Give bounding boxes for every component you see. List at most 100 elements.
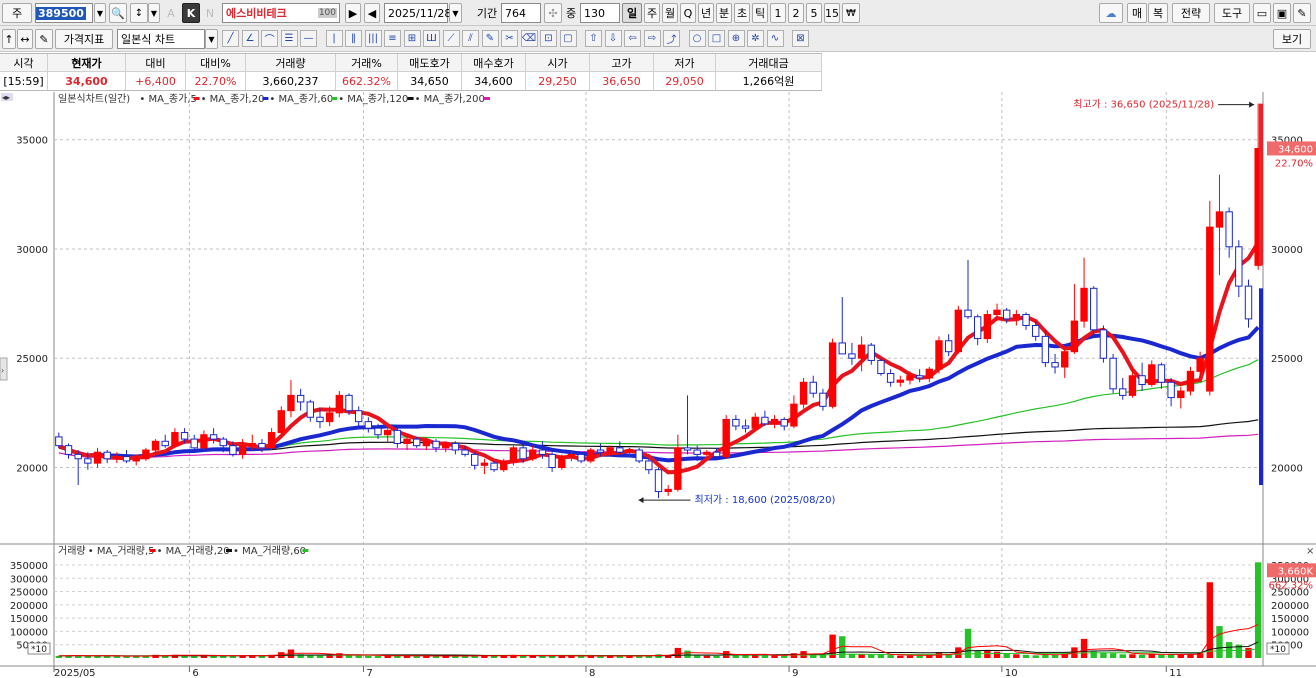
expand-button[interactable]: ↔ [17, 29, 33, 49]
settings-button[interactable]: ✎ [1293, 3, 1311, 23]
scroll-up-button[interactable]: ↑ [2, 29, 16, 49]
volume-tick-left-6: 350000 [10, 561, 48, 572]
fib-icon[interactable]: ☰ [280, 30, 298, 47]
volume-bar [307, 655, 314, 658]
candle-body [886, 373, 895, 383]
mid-input[interactable]: 130 [580, 3, 620, 23]
date-picker-button[interactable]: ▼ [449, 3, 462, 23]
sort-dropdown-button[interactable]: ▼ [148, 3, 160, 23]
hline-icon[interactable]: — [300, 30, 317, 47]
angle-icon[interactable]: ∠ [241, 30, 259, 47]
stock-name-field[interactable]: 에스비비테크 100 [222, 3, 340, 23]
candle-body [732, 418, 740, 427]
prev-stock-button[interactable]: ◀ [364, 3, 380, 23]
volume-bar [974, 650, 981, 658]
pattern-icon[interactable]: ✲ [747, 30, 764, 47]
period-spin-button[interactable]: ✣ [544, 3, 562, 23]
jump-icon[interactable]: ⤴ [663, 30, 680, 47]
cut-icon[interactable]: ✂ [501, 30, 518, 47]
hlines-icon[interactable]: ≡ [384, 30, 401, 47]
interval-tab-4[interactable]: 년 [698, 3, 714, 23]
candle-body [1032, 324, 1040, 337]
chart-type-select[interactable]: 일본식 차트 [117, 29, 205, 49]
box-icon[interactable]: ▢ [559, 30, 577, 47]
vline-icon[interactable]: | [325, 30, 343, 47]
interval-tab-6[interactable]: 초 [734, 3, 750, 23]
trendline-icon[interactable]: ╱ [222, 30, 239, 47]
volume-legend-title: 거래량 [58, 545, 86, 557]
volume-bar [577, 656, 585, 658]
folder-button[interactable]: ▭ [1253, 3, 1271, 23]
grid-icon[interactable]: ⊞ [403, 30, 421, 47]
volume-tick-left-4: 250000 [10, 588, 48, 599]
chevron-down-icon: ▼ [452, 8, 459, 18]
delete-icon[interactable]: ⊠ [792, 30, 809, 47]
price-tick-right-0: 20000 [1271, 464, 1303, 475]
candle-body [761, 416, 769, 425]
arc-icon[interactable]: ⌒ [261, 30, 278, 47]
interval-tab-1[interactable]: 주 [644, 3, 660, 23]
ray-icon[interactable]: ⟋ [442, 30, 460, 47]
interval-tab-9[interactable]: 2 [788, 3, 804, 23]
right-button-0[interactable]: 매 [1127, 3, 1147, 23]
interval-tab-5[interactable]: 분 [716, 3, 732, 23]
n-button[interactable]: N [203, 3, 217, 23]
code-dropdown-button[interactable]: ▼ [94, 3, 106, 23]
interval-tab-2[interactable]: 월 [662, 3, 678, 23]
down-icon[interactable]: ⇩ [604, 30, 622, 47]
save-button[interactable]: ▣ [1273, 3, 1291, 23]
interval-tab-3[interactable]: Q [680, 3, 696, 23]
won-unit-button[interactable]: ₩ [842, 3, 860, 23]
mid-label-text: 중 [565, 7, 577, 20]
wave-icon[interactable]: ∿ [766, 30, 784, 47]
right-button-1[interactable]: 복 [1148, 3, 1168, 23]
up-icon[interactable]: ⇧ [585, 30, 602, 47]
candle-body [828, 342, 837, 407]
eraser-icon[interactable]: ⌫ [520, 30, 538, 47]
left-icon[interactable]: ⇦ [624, 30, 641, 47]
k-label: K [186, 6, 196, 20]
interval-tab-0[interactable]: 일 [622, 3, 642, 23]
interval-tab-8[interactable]: 1 [770, 3, 786, 23]
candle-body [354, 410, 363, 423]
stock-code-input[interactable]: 389500 [35, 3, 93, 23]
view-button[interactable]: 보기 [1273, 29, 1311, 49]
circle-icon[interactable]: ○ [688, 30, 706, 47]
next-stock-button[interactable]: ▶ [345, 3, 361, 23]
mid-label: 중 [564, 3, 578, 23]
market-type-button[interactable]: 주 [2, 3, 32, 23]
pen-icon[interactable]: ✎ [481, 30, 499, 47]
search-button[interactable]: 🔍 [109, 3, 127, 23]
volume-legend-swatch-0 [149, 549, 156, 552]
cloud-button[interactable]: ☁ [1099, 3, 1123, 23]
candle-body [964, 309, 972, 318]
tag-icon[interactable]: ⊡ [540, 30, 557, 47]
rect-icon[interactable]: □ [708, 30, 725, 47]
interval-tab-10[interactable]: 5 [806, 3, 822, 23]
volume-bar [355, 655, 362, 658]
parallel-icon[interactable]: ⫽ [462, 30, 479, 47]
edit-button[interactable]: ✎ [35, 29, 53, 49]
interval-tab-11[interactable]: 15 [824, 3, 840, 23]
stock-flag-badge: 100 [317, 8, 337, 18]
quote-value-2: +6,400 [126, 72, 186, 90]
right-range-bar-red [1259, 103, 1263, 266]
right-button-2[interactable]: 전략 [1172, 3, 1210, 23]
vlines-icon[interactable]: ||| [364, 30, 382, 47]
dvline-icon[interactable]: ‖ [345, 30, 362, 47]
period-input[interactable]: 764 [501, 3, 541, 23]
zoom-icon[interactable]: ⊕ [727, 30, 745, 47]
right-icon[interactable]: ⇨ [643, 30, 661, 47]
interval-tab-7[interactable]: 틱 [752, 3, 768, 23]
chart-type-dropdown[interactable]: ▼ [205, 29, 218, 49]
volume-tick-right-2: 150000 [1271, 614, 1309, 625]
sort-button[interactable]: ↕ [130, 3, 148, 23]
right-button-3[interactable]: 도구 [1214, 3, 1250, 23]
indicator-button[interactable]: 가격지표 [55, 29, 113, 49]
candle-body [1003, 309, 1011, 320]
k-button[interactable]: K [182, 3, 200, 23]
candle-body [509, 447, 518, 462]
candle-icon[interactable]: Ш [423, 30, 440, 47]
date-input[interactable]: 2025/11/28 [384, 3, 451, 23]
chevron-down-icon: ▼ [208, 34, 215, 44]
